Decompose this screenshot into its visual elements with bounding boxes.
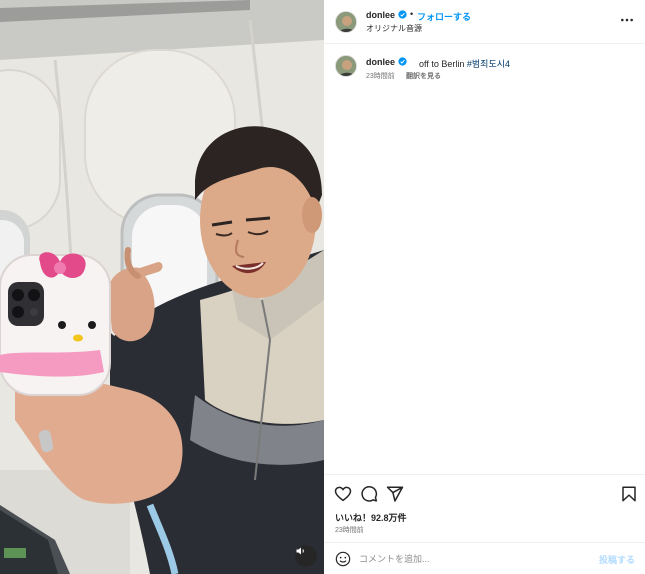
post-timestamp: 23時間前	[335, 527, 364, 534]
caption-username[interactable]: donlee	[366, 57, 395, 67]
post-header: donlee • フォローする オリジナル音源	[324, 0, 645, 44]
action-bar: いいね！92.8万件 23時間前	[324, 474, 645, 542]
bookmark-icon[interactable]	[620, 485, 638, 503]
verified-badge-icon	[398, 10, 407, 19]
author-username[interactable]: donlee	[366, 10, 395, 20]
mute-toggle-button[interactable]	[295, 545, 317, 567]
caption-avatar[interactable]	[335, 55, 357, 77]
follow-button[interactable]: フォローする	[417, 10, 471, 23]
likes-count[interactable]: いいね！92.8万件	[335, 511, 407, 524]
comment-icon[interactable]	[360, 485, 378, 503]
caption-body: off to Berlin	[419, 59, 467, 69]
more-options-icon[interactable]	[620, 14, 634, 26]
post-details-panel: donlee • フォローする オリジナル音源 donlee off to Be…	[324, 0, 645, 574]
avatar-image	[336, 12, 356, 32]
comment-bar: 投稿する	[324, 542, 645, 574]
share-icon[interactable]	[386, 485, 404, 503]
separator-dot: •	[410, 9, 414, 19]
heart-icon[interactable]	[334, 485, 352, 503]
author-avatar[interactable]	[335, 11, 357, 33]
speaker-icon	[296, 547, 304, 555]
post-comment-button[interactable]: 投稿する	[599, 553, 635, 566]
verified-badge-icon	[398, 57, 407, 66]
comment-input[interactable]	[359, 549, 579, 569]
caption-hashtag[interactable]: #범죄도시4	[467, 59, 510, 69]
caption-timestamp: 23時間前	[366, 73, 395, 80]
video-frame	[0, 0, 324, 574]
caption-text: off to Berlin #범죄도시4	[419, 57, 510, 70]
post-video[interactable]	[0, 0, 324, 574]
audio-link[interactable]: オリジナル音源	[366, 23, 422, 34]
emoji-icon[interactable]	[335, 551, 351, 567]
see-translation-link[interactable]: 翻訳を見る	[406, 71, 441, 81]
avatar-image	[336, 56, 356, 76]
